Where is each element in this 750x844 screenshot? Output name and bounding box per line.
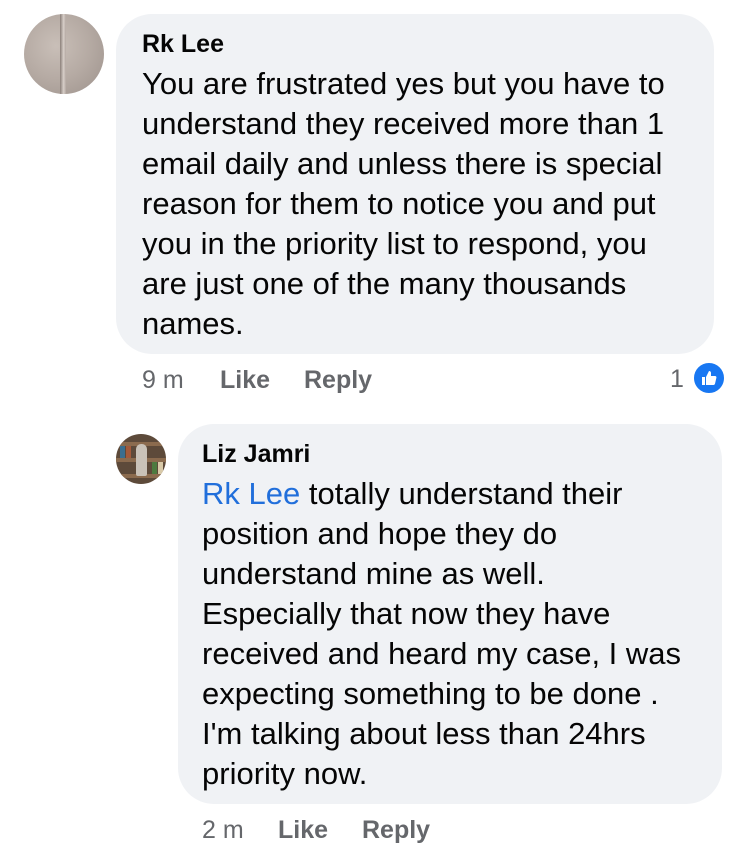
comment-author-name[interactable]: Rk Lee bbox=[142, 30, 224, 59]
mention-link[interactable]: Rk Lee bbox=[202, 476, 300, 511]
reply-timestamp[interactable]: 2 m bbox=[202, 816, 244, 844]
reply-text: Rk Lee totally understand their position… bbox=[202, 476, 682, 791]
avatar[interactable] bbox=[24, 14, 104, 94]
comment-thread: Rk Lee You are frustrated yes but you ha… bbox=[0, 0, 750, 844]
comment-timestamp[interactable]: 9 m bbox=[142, 366, 184, 395]
reply-button[interactable]: Reply bbox=[304, 366, 372, 395]
like-button[interactable]: Like bbox=[220, 366, 270, 395]
reaction-count[interactable]: 1 bbox=[670, 365, 684, 394]
reply-author-name[interactable]: Liz Jamri bbox=[202, 440, 310, 469]
comment-text: You are frustrated yes but you have to u… bbox=[142, 66, 665, 341]
thumbs-up-icon[interactable] bbox=[692, 361, 726, 395]
reply-button[interactable]: Reply bbox=[362, 816, 430, 844]
avatar[interactable] bbox=[116, 434, 166, 484]
like-button[interactable]: Like bbox=[278, 816, 328, 844]
